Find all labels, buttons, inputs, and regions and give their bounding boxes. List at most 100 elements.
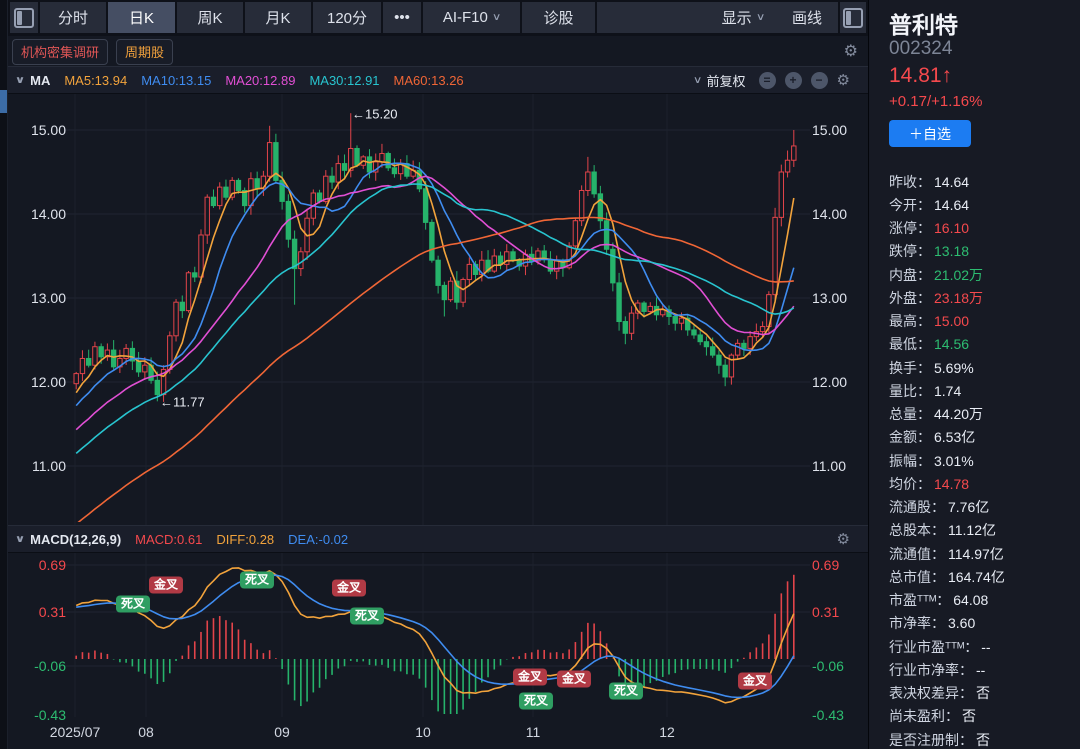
candle-body [255, 179, 259, 189]
candle-body [742, 343, 746, 348]
quote-row-limit-down: 跌停：13.18 [889, 240, 1075, 263]
collapse-chevron-icon[interactable]: ∨ [15, 534, 26, 545]
quote-row-pb-ratio: 市净率：3.60 [889, 612, 1075, 635]
tab-minute[interactable]: 分时 [40, 2, 106, 33]
candle-body [155, 380, 159, 394]
candle-body [554, 261, 558, 271]
concept-tags-row: 机构密集调研周期股 [8, 38, 868, 65]
collapse-left-panel-button[interactable] [10, 2, 38, 33]
action-draw[interactable]: 画线 [792, 7, 822, 28]
candle-body [174, 302, 178, 336]
candle-body [648, 306, 652, 311]
tab-label: 月K [265, 7, 290, 28]
candle-body [386, 154, 390, 168]
candle-body [461, 280, 465, 303]
candle-body [586, 172, 590, 190]
candle-body [629, 313, 633, 333]
tab-120min[interactable]: 120分 [313, 2, 381, 33]
candle-body [380, 154, 384, 162]
quote-row-voting-diff: 表决权差异：否 [889, 682, 1075, 705]
quote-value: 14.78 [934, 476, 969, 492]
add-to-watchlist-button[interactable]: ＋自选 [889, 120, 971, 147]
collapse-chevron-icon[interactable]: ∨ [15, 75, 26, 86]
quote-label: 内盘： [889, 265, 931, 285]
date-axis-label: 08 [138, 724, 154, 740]
candle-body [392, 168, 396, 174]
quote-value: 114.97亿 [948, 544, 1004, 564]
quote-value: 3.60 [948, 615, 975, 631]
quote-label: 表决权差异： [889, 683, 973, 703]
candle-body [317, 193, 321, 201]
candle-body [423, 189, 427, 223]
candle-body [211, 197, 215, 205]
tab-monthly-k[interactable]: 月K [245, 2, 311, 33]
panel-toggle-icon [843, 8, 863, 28]
quote-value: 44.20万 [934, 404, 983, 424]
tab-daily-k[interactable]: 日K [108, 2, 175, 33]
macd-settings-gear-icon[interactable] [837, 532, 850, 547]
candle-body [511, 252, 515, 260]
quote-value: 21.02万 [934, 265, 983, 285]
candle-body [93, 347, 97, 365]
quote-value: 7.76亿 [948, 497, 989, 517]
reset-zoom-button[interactable]: = [759, 72, 776, 89]
candle-body [224, 187, 228, 197]
tab-label: ••• [394, 9, 410, 26]
date-axis-label: 11 [526, 724, 541, 740]
quote-value: 14.64 [934, 174, 969, 190]
ma-indicator-bar: ∨ MA MA5:13.94MA10:13.15MA20:12.89MA30:1… [8, 66, 868, 94]
quote-fields-list: 昨收：14.64今开：14.64涨停：16.10跌停：13.18内盘：21.02… [889, 170, 1075, 749]
zoom-in-button[interactable]: + [785, 72, 802, 89]
panel-toggle-icon [14, 8, 34, 28]
candle-body [367, 157, 371, 172]
tab-diagnose[interactable]: 诊股 [522, 2, 595, 33]
candle-body [111, 350, 115, 367]
ma-settings-gear-icon[interactable] [837, 73, 850, 88]
golden-cross-badge: 金叉 [557, 671, 591, 688]
tags-settings-gear-icon[interactable] [844, 44, 858, 60]
quote-row-turnover-rate: 换手：5.69% [889, 356, 1075, 379]
quote-label: 昨收： [889, 172, 931, 192]
quote-value: 否 [962, 706, 976, 726]
golden-cross-badge: 金叉 [738, 673, 772, 690]
zoom-out-button[interactable]: − [811, 72, 828, 89]
candle-body [267, 143, 271, 177]
tab-ai-f10[interactable]: AI-F10∨ [423, 2, 520, 33]
quote-value: 6.53亿 [934, 427, 975, 447]
quote-label: 市净率： [889, 613, 945, 633]
quote-row-total-shares: 总股本：11.12亿 [889, 519, 1075, 542]
adjust-mode-dropdown[interactable]: ∨ 前复权 [694, 71, 745, 90]
quote-row-total-volume: 总量：44.20万 [889, 403, 1075, 426]
quote-label: 换手： [889, 358, 931, 378]
quote-label: 金额： [889, 427, 931, 447]
stock-code: 002324 [889, 38, 952, 60]
candle-body [74, 374, 78, 384]
macd-chart-canvas[interactable] [8, 553, 868, 717]
quote-row-industry-pb: 行业市净率：-- [889, 658, 1075, 681]
macd-indicator-bar: ∨ MACD(12,26,9) MACD:0.61DIFF:0.28DEA:-0… [8, 525, 868, 553]
candle-body [673, 316, 677, 323]
ma-value-label: MA60:13.26 [394, 73, 464, 88]
candle-body [785, 160, 789, 172]
quote-value: 164.74亿 [948, 567, 1005, 587]
quote-value: 3.01% [934, 453, 974, 469]
quote-row-prev-close: 昨收：14.64 [889, 170, 1075, 193]
candle-body [779, 172, 783, 217]
tab-more[interactable]: ••• [383, 2, 421, 33]
candle-body [205, 197, 209, 235]
candle-body [336, 164, 340, 182]
quote-row-high: 最高：15.00 [889, 310, 1075, 333]
tag-chip-institution-survey[interactable]: 机构密集调研 [12, 39, 108, 65]
candlestick-chart-canvas[interactable] [8, 94, 868, 525]
collapse-right-panel-button[interactable] [840, 2, 866, 33]
tag-chip-cyclical-stock[interactable]: 周期股 [116, 39, 173, 65]
macd-value-label: DEA:-0.02 [288, 532, 348, 547]
period-toolbar: 分时日K周K 月K 120分 ••• AI-F10∨诊股 显示∨ 画线 [8, 0, 868, 36]
action-display[interactable]: 显示∨ [722, 7, 764, 28]
tab-weekly-k[interactable]: 周K [177, 2, 243, 33]
candle-body [430, 222, 434, 260]
quote-value: 否 [976, 730, 990, 749]
last-price: 14.81↑ [889, 64, 952, 88]
golden-cross-badge: 金叉 [513, 669, 547, 686]
quote-row-avg-price: 均价：14.78 [889, 472, 1075, 495]
